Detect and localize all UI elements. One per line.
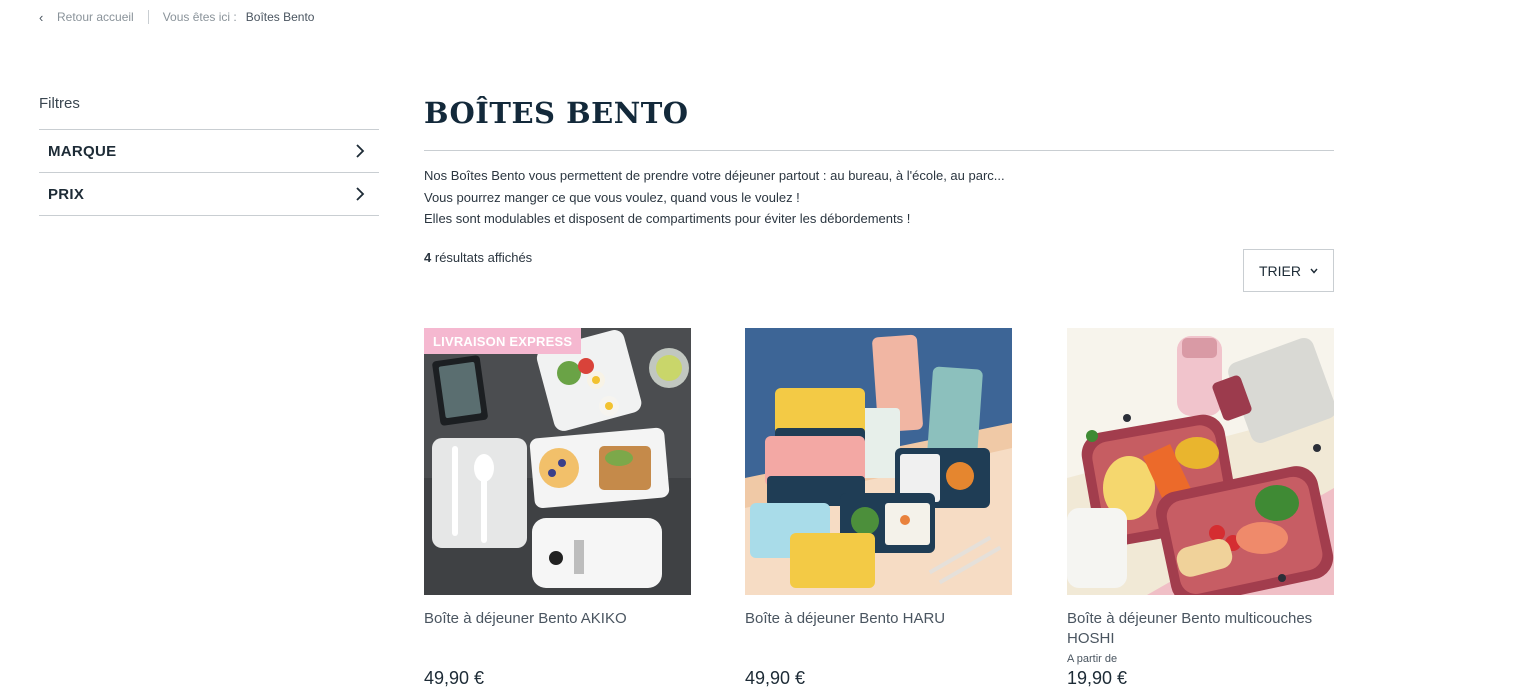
- filter-list: MARQUE PRIX: [39, 129, 379, 216]
- product-image[interactable]: LIVRAISON EXPRESS: [424, 328, 691, 595]
- price-from-label: A partir de: [1067, 653, 1118, 665]
- filter-price-label: PRIX: [48, 185, 85, 203]
- chevron-right-icon: [356, 187, 365, 201]
- results-count-label: résultats affichés: [434, 250, 533, 265]
- product-price: 19,90 €: [1067, 668, 1128, 688]
- filter-brand-label: MARQUE: [48, 142, 117, 160]
- breadcrumb-divider: [147, 10, 149, 24]
- filter-price[interactable]: PRIX: [39, 173, 379, 216]
- title-divider: [424, 150, 1334, 151]
- results-count: 4 résultats affichés: [424, 250, 532, 265]
- results-count-number: 4: [424, 250, 432, 265]
- product-image[interactable]: [1067, 328, 1334, 595]
- product-price: 49,90 €: [745, 668, 806, 688]
- product-name[interactable]: Boîte à déjeuner Bento HARU: [745, 609, 1012, 629]
- bento-akiko-photo: [424, 328, 691, 595]
- chevron-down-icon: [1310, 268, 1318, 274]
- sort-button-label: TRIER: [1259, 262, 1301, 279]
- chevron-left-icon[interactable]: ‹: [39, 10, 51, 25]
- sort-button[interactable]: TRIER: [1243, 249, 1334, 292]
- filters-title: Filtres: [39, 95, 80, 112]
- product-price: 49,90 €: [424, 668, 485, 688]
- product-name[interactable]: Boîte à déjeuner Bento multicouches HOSH…: [1067, 609, 1334, 649]
- description-line: Nos Boîtes Bento vous permettent de pren…: [424, 168, 1005, 183]
- breadcrumb-location-prefix: Vous êtes ici :: [162, 10, 237, 24]
- bento-hoshi-photo: [1067, 328, 1334, 595]
- description-line: Elles sont modulables et disposent de co…: [424, 211, 911, 226]
- express-delivery-badge: LIVRAISON EXPRESS: [424, 328, 582, 354]
- chevron-right-icon: [356, 144, 365, 158]
- page-title: BOÎTES BENTO: [424, 96, 689, 130]
- product-card[interactable]: Boîte à déjeuner Bento HARU 49,90 €: [745, 328, 1012, 688]
- product-card[interactable]: Boîte à déjeuner Bento multicouches HOSH…: [1067, 328, 1334, 688]
- back-home-link[interactable]: Retour accueil: [57, 10, 134, 24]
- product-image[interactable]: [745, 328, 1012, 595]
- category-description: Nos Boîtes Bento vous permettent de pren…: [424, 165, 1005, 230]
- product-name[interactable]: Boîte à déjeuner Bento AKIKO: [424, 609, 691, 629]
- description-line: Vous pourrez manger ce que vous voulez, …: [424, 189, 800, 205]
- product-card[interactable]: LIVRAISON EXPRESS Boîte à déjeuner Bento…: [424, 328, 691, 688]
- breadcrumb-current: Boîtes Bento: [245, 10, 315, 24]
- bento-haru-photo: [745, 328, 1012, 595]
- filter-brand[interactable]: MARQUE: [39, 130, 379, 173]
- breadcrumb: ‹ Retour accueil Vous êtes ici : Boîtes …: [39, 9, 314, 25]
